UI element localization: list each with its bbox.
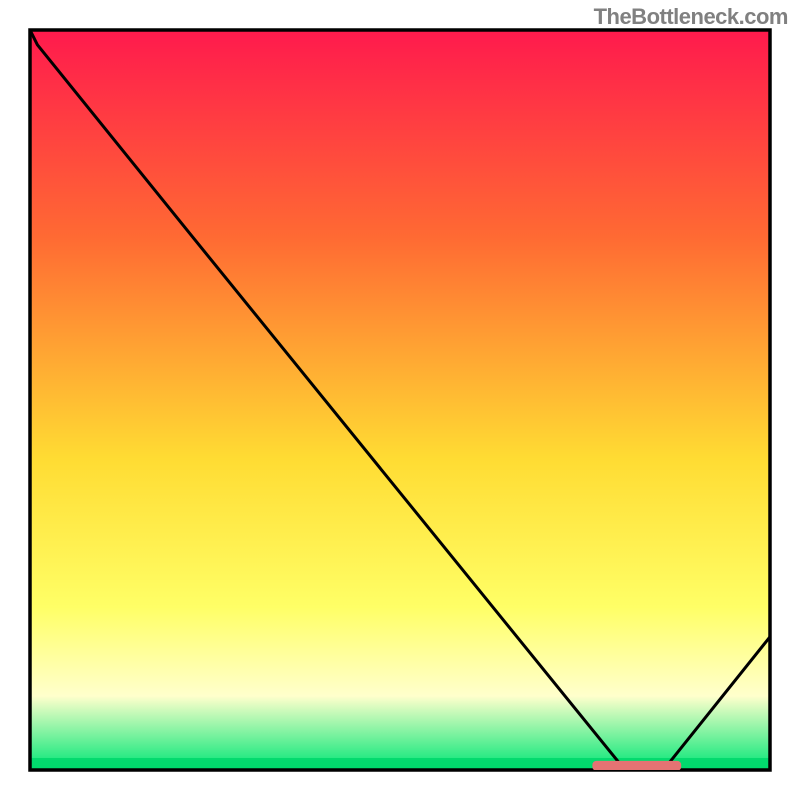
optimal-marker	[592, 761, 681, 771]
attribution-text: TheBottleneck.com	[594, 4, 788, 30]
plot-background	[30, 30, 770, 770]
chart-container: { "attribution": "TheBottleneck.com", "c…	[0, 0, 800, 800]
bottleneck-chart	[0, 0, 800, 800]
